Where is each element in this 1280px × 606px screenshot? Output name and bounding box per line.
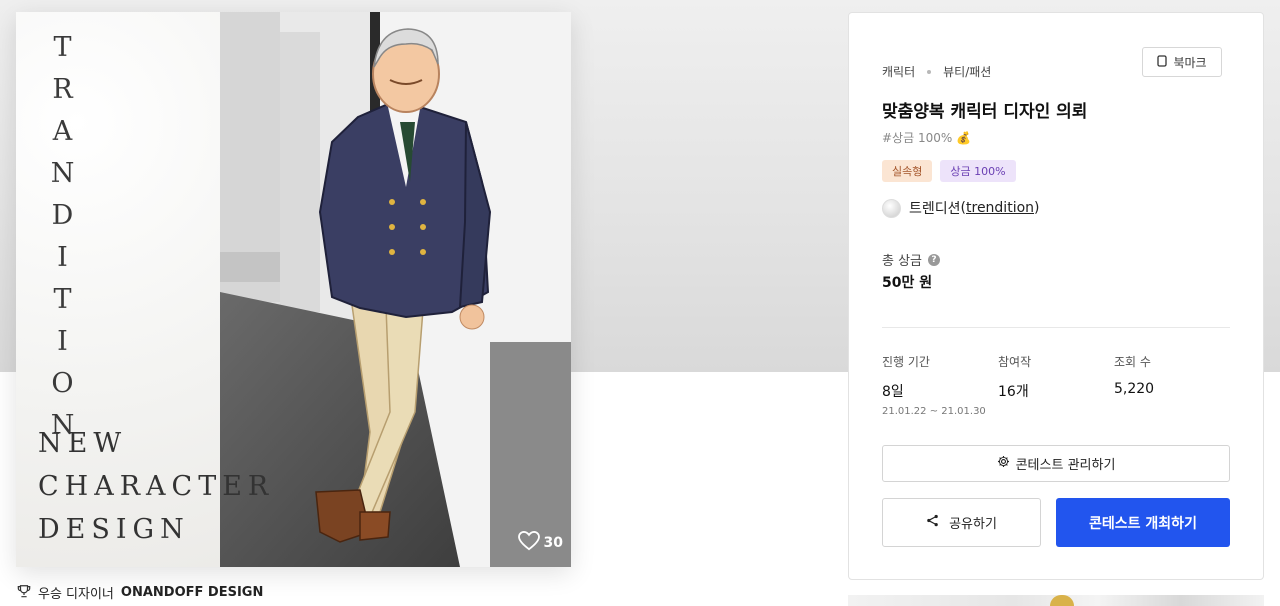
tag-plan-type: 실속형 <box>882 160 933 182</box>
bookmark-label: 북마크 <box>1173 55 1207 70</box>
share-button[interactable]: 공유하기 <box>882 498 1041 547</box>
manage-contest-label: 콘테스트 관리하기 <box>1015 458 1116 473</box>
participants-value: 16개 <box>998 384 1029 400</box>
like-count: 30 <box>543 535 563 551</box>
participants-label: 참여작 <box>998 355 1032 369</box>
artwork-caption: NEW CHARACTER DESIGN <box>38 428 275 545</box>
avatar <box>882 198 901 218</box>
artwork-vertical-title: TRANDITION <box>47 32 78 452</box>
breadcrumb: 캐릭터 뷰티/패션 <box>882 63 991 80</box>
like-button[interactable]: 30 <box>517 530 563 555</box>
trophy-icon <box>17 584 31 602</box>
tag-prize: 상금 100% <box>940 160 1016 182</box>
divider <box>882 327 1230 328</box>
host-id[interactable]: trendition <box>966 200 1034 216</box>
views-label: 조회 수 <box>1114 355 1151 369</box>
winner-name[interactable]: ONANDOFF DESIGN <box>121 585 263 600</box>
breadcrumb-separator <box>927 69 932 74</box>
prize-label-text: 총 상금 <box>882 254 923 269</box>
host-info[interactable]: 트렌디션 (trendition) <box>882 198 1040 218</box>
stat-period: 진행 기간 8일 21.01.22 ~ 21.01.30 <box>882 353 986 417</box>
prize-label: 총 상금 ? <box>882 250 941 269</box>
breadcrumb-subcategory[interactable]: 뷰티/패션 <box>943 63 991 80</box>
period-label: 진행 기간 <box>882 355 930 369</box>
winner-designer: 우승 디자이너 ONANDOFF DESIGN <box>17 583 263 602</box>
contest-tags: 실속형 상금 100% <box>882 160 1016 182</box>
bookmark-button[interactable]: 북마크 <box>1142 47 1222 77</box>
breadcrumb-category[interactable]: 캐릭터 <box>882 63 915 80</box>
stat-participants: 참여작 16개 <box>998 353 1031 401</box>
prize-value: 50만 원 <box>882 275 933 291</box>
gear-icon <box>997 455 1010 472</box>
views-value: 5,220 <box>1114 381 1155 397</box>
contest-hashtag: #상금 100% 💰 <box>882 131 972 145</box>
contest-info-panel: 캐릭터 뷰티/패션 북마크 맞춤양복 캐릭터 디자인 의뢰 #상금 100% 💰… <box>848 12 1264 580</box>
bookmark-icon <box>1157 54 1168 70</box>
winner-prefix: 우승 디자이너 <box>38 587 114 602</box>
period-range: 21.01.22 ~ 21.01.30 <box>882 406 986 417</box>
share-label: 공유하기 <box>949 517 997 532</box>
share-icon <box>926 514 939 531</box>
info-icon[interactable]: ? <box>928 253 941 266</box>
contest-artwork[interactable]: TRANDITION NEW CHARACTER DESIGN 30 <box>16 12 571 567</box>
stat-views: 조회 수 5,220 <box>1114 353 1154 397</box>
host-contest-button[interactable]: 콘테스트 개최하기 <box>1056 498 1230 547</box>
period-value: 8일 <box>882 384 904 400</box>
heart-icon <box>517 530 540 555</box>
contest-title: 맞춤양복 캐릭터 디자인 의뢰 <box>882 102 1088 122</box>
manage-contest-button[interactable]: 콘테스트 관리하기 <box>882 445 1230 482</box>
host-name: 트렌디션 <box>909 201 961 217</box>
